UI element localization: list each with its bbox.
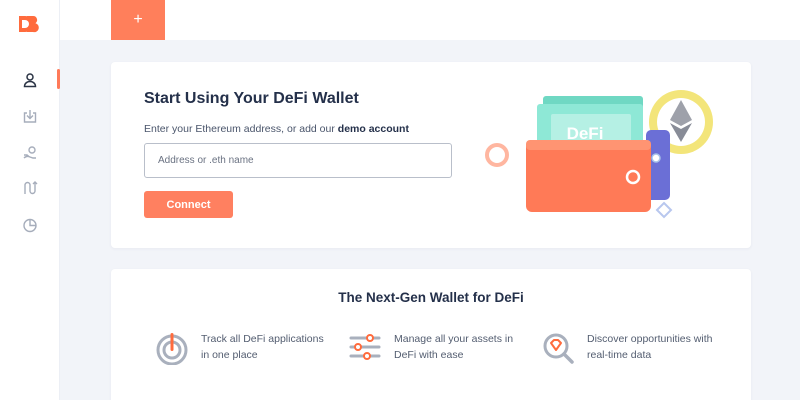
- feature-text-manage: Manage all your assets in DeFi with ease: [394, 333, 514, 361]
- feature-text-discover: Discover opportunities with real-time da…: [587, 333, 713, 361]
- route-icon: [24, 181, 38, 195]
- connect-subtitle: Enter your Ethereum address, or add our …: [144, 123, 409, 135]
- download-icon: [23, 110, 37, 123]
- connect-subtitle-text: Enter your Ethereum address, or add our: [144, 123, 335, 135]
- connect-wallet-card: Start Using Your DeFi Wallet Enter your …: [111, 62, 751, 248]
- sliders-icon: [349, 334, 381, 360]
- magnifier-diamond-icon: [543, 333, 574, 364]
- feature-item-manage: Manage all your assets in DeFi with ease: [348, 331, 524, 365]
- sidebar: [0, 0, 60, 400]
- connect-button[interactable]: Connect: [144, 191, 233, 218]
- demo-account-link[interactable]: demo account: [338, 123, 409, 135]
- wallet-illustration: DeFi: [485, 90, 713, 219]
- feature-item-track: Track all DeFi applications in one place: [155, 331, 331, 365]
- top-bar: [60, 0, 800, 40]
- address-input[interactable]: [144, 143, 452, 178]
- app-logo[interactable]: [18, 13, 40, 35]
- sidebar-item-deposit[interactable]: [0, 101, 60, 131]
- sidebar-item-analytics[interactable]: [0, 210, 60, 240]
- sidebar-item-profile[interactable]: [0, 65, 60, 95]
- sidebar-item-routes[interactable]: [0, 173, 60, 203]
- feature-text-track: Track all DeFi applications in one place: [201, 333, 324, 361]
- connect-title: Start Using Your DeFi Wallet: [144, 90, 359, 107]
- sidebar-item-assets[interactable]: [0, 138, 60, 168]
- features-card: The Next-Gen Wallet for DeFi Track all D…: [111, 269, 751, 400]
- add-wallet-button[interactable]: +: [111, 0, 165, 40]
- target-icon: [156, 333, 188, 365]
- pie-chart-icon: [23, 218, 37, 233]
- feature-item-discover: Discover opportunities with real-time da…: [541, 331, 717, 365]
- coins-icon: [23, 146, 36, 159]
- features-title: The Next-Gen Wallet for DeFi: [338, 290, 524, 305]
- user-icon: [23, 73, 37, 88]
